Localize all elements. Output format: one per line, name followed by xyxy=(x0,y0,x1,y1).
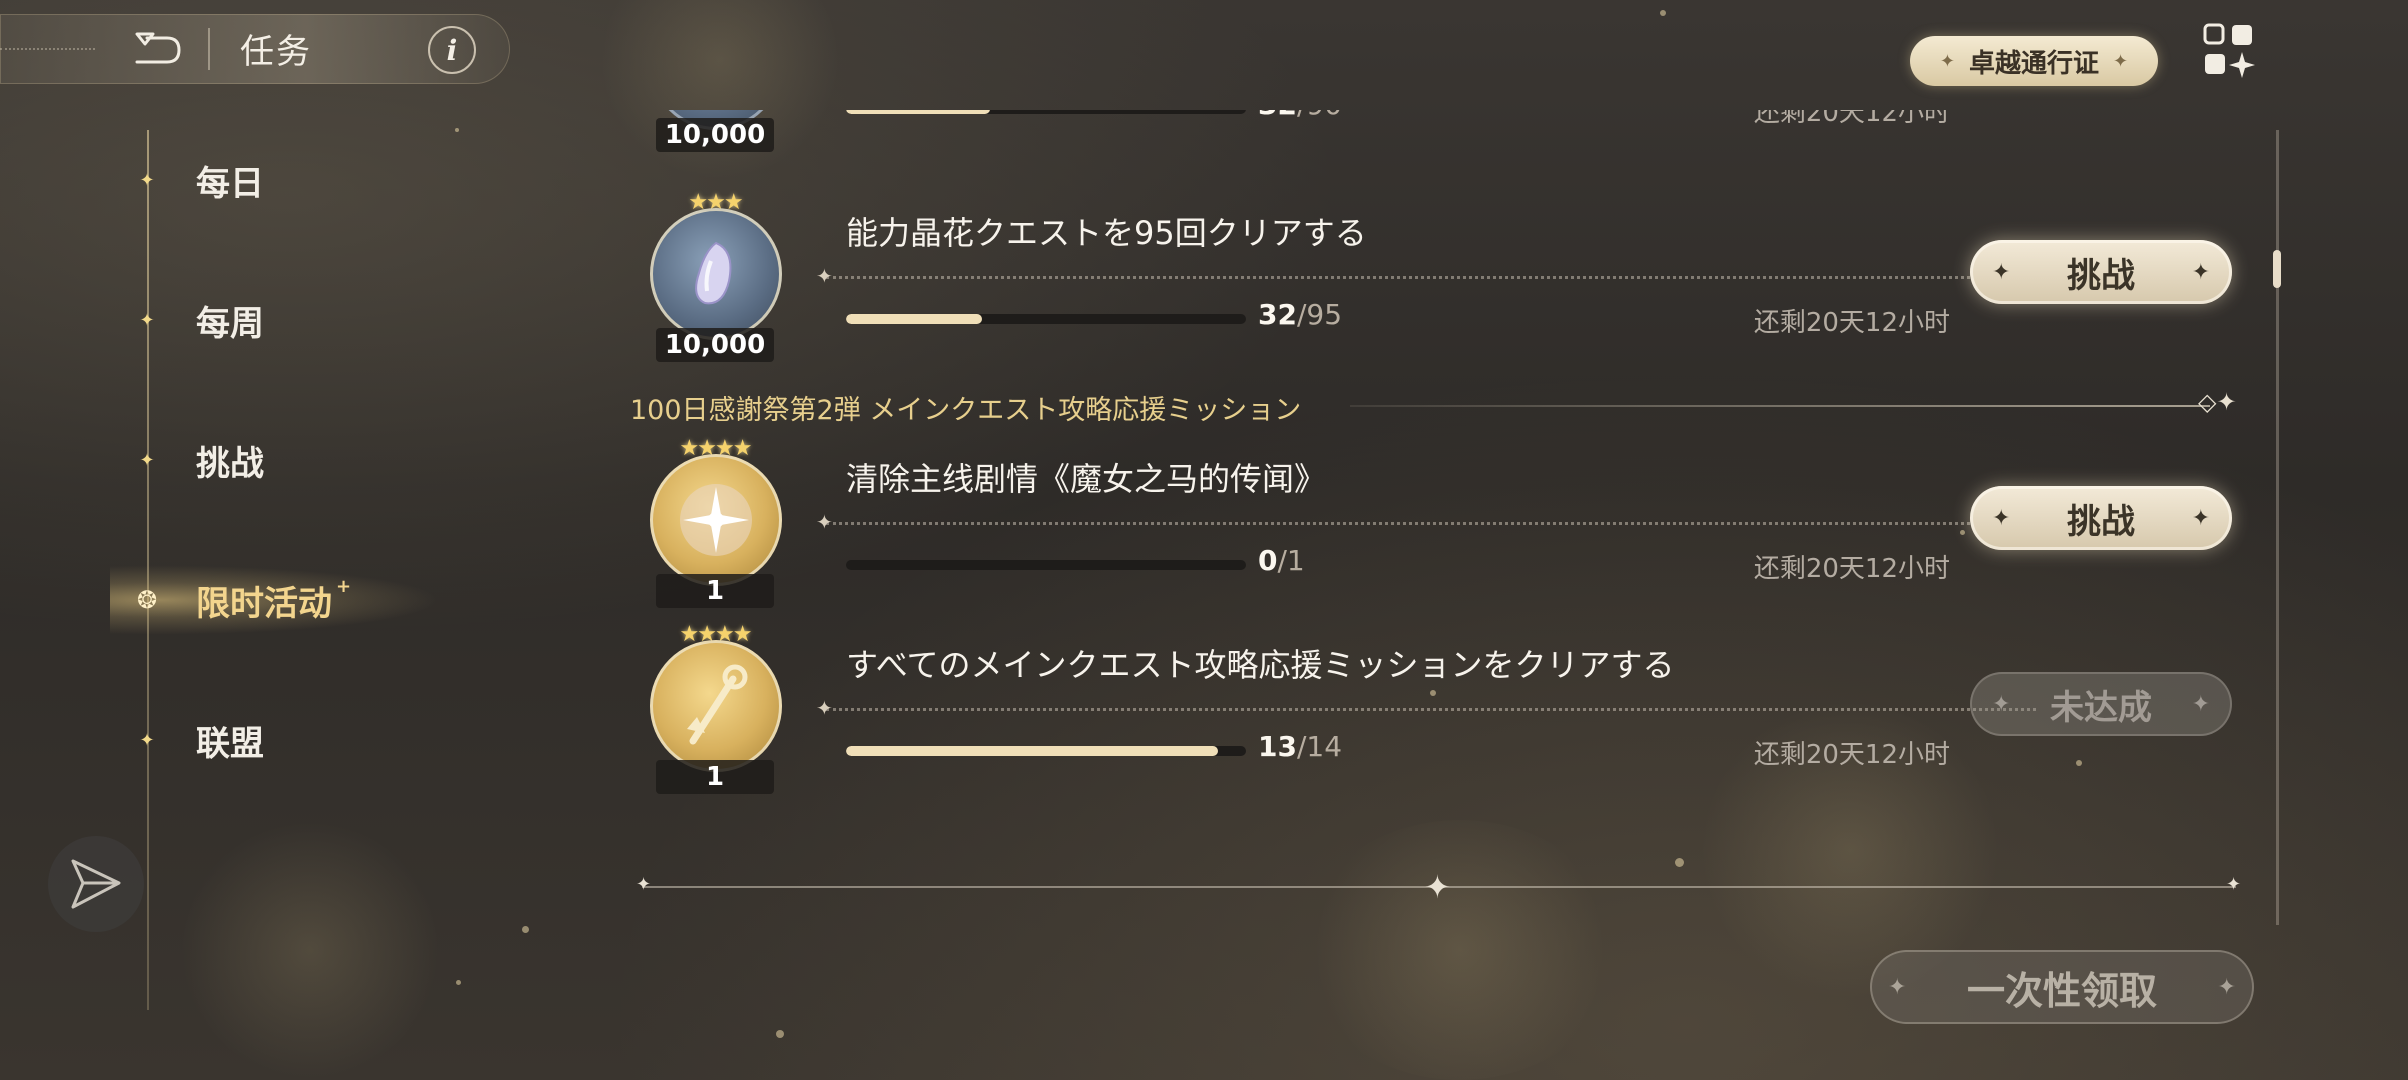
sparkle-icon: ✦ xyxy=(1992,259,2011,285)
time-remaining: 还剩20天12小时 xyxy=(1753,308,1950,338)
sidebar-item-weekly[interactable]: ✦ 每周 xyxy=(136,290,264,350)
list-item: 10,000 32/90 还剩20天12小时 xyxy=(630,110,2250,160)
button-label: 挑战 xyxy=(2067,255,2135,296)
reward-count: 10,000 xyxy=(656,118,774,152)
star-icon: ✦ xyxy=(139,169,155,191)
premium-pass-label: 卓越通行证 xyxy=(1968,48,2099,79)
sparkle-icon: ✦ xyxy=(1992,505,2011,531)
reward-count: 1 xyxy=(656,574,774,608)
challenge-button[interactable]: ✦ 挑战 ✦ xyxy=(1970,240,2232,304)
progress-text: 32/90 xyxy=(1258,110,1342,121)
active-marker-icon: ❂ xyxy=(136,586,158,614)
progress-bar xyxy=(846,746,1246,756)
not-achieved-button[interactable]: ✦ 未达成 ✦ xyxy=(1970,672,2232,736)
back-button[interactable] xyxy=(128,20,188,76)
mission-title: 清除主线剧情《魔女之马的传闻》 xyxy=(846,460,1327,498)
list-item: ★★★★ 1 すべてのメインクエスト攻略応援ミッションをクリアする ✦ 13/1… xyxy=(630,622,2250,802)
sparkle-icon: ✦ xyxy=(636,874,652,895)
dotted-divider xyxy=(826,276,2036,279)
section-divider xyxy=(1350,405,2210,407)
share-button[interactable] xyxy=(48,836,144,932)
button-label: 未达成 xyxy=(2050,687,2152,728)
progress-bar xyxy=(846,560,1246,570)
send-icon xyxy=(71,859,121,909)
sparkle-icon: ✦ xyxy=(1939,50,1955,72)
sparkle-icon: ✦ xyxy=(2113,50,2129,72)
mission-title: すべてのメインクエスト攻略応援ミッションをクリアする xyxy=(846,646,1675,684)
scrollbar-thumb[interactable] xyxy=(2273,250,2281,288)
info-button[interactable]: i xyxy=(428,26,476,74)
claim-all-label: 一次性领取 xyxy=(1966,968,2157,1013)
star-icon: ✦ xyxy=(139,309,155,331)
time-remaining: 还剩20天12小时 xyxy=(1753,110,1950,128)
crystal-reward-icon xyxy=(650,208,782,340)
sidebar-item-label: 每周 xyxy=(196,303,264,344)
sparkle-icon: ✦ xyxy=(1424,868,1451,906)
list-item: ★★★★ 1 清除主线剧情《魔女之马的传闻》 ✦ 0/1 还剩20天12小时 ✦… xyxy=(630,436,2250,616)
menu-grid-icon[interactable] xyxy=(2202,22,2256,78)
sparkle-icon: ✦ xyxy=(2191,259,2210,285)
sparkle-icon: ✦ xyxy=(1888,974,1907,1000)
claim-all-button[interactable]: ✦ 一次性领取 ✦ xyxy=(1870,950,2254,1024)
time-remaining: 还剩20天12小时 xyxy=(1753,554,1950,584)
header-divider xyxy=(208,28,210,70)
sparkle-icon: ✦ xyxy=(2226,874,2242,895)
progress-bar xyxy=(846,314,1246,324)
mission-list[interactable]: 10,000 32/90 还剩20天12小时 ★★★ 10,000 能力晶花クエ… xyxy=(630,110,2250,930)
button-label: 挑战 xyxy=(2067,501,2135,542)
sparkle-icon: + xyxy=(336,575,352,597)
sidebar-item-alliance[interactable]: ✦ 联盟 xyxy=(136,710,264,770)
sparkle-icon: ✦ xyxy=(2191,691,2210,717)
reward-count: 10,000 xyxy=(656,328,774,362)
sidebar-item-challenge[interactable]: ✦ 挑战 xyxy=(136,430,264,490)
sidebar-item-label: 挑战 xyxy=(196,443,264,484)
page-title: 任务 xyxy=(240,32,312,72)
reward-count: 1 xyxy=(656,760,774,794)
sparkle-icon: ✦ xyxy=(2191,505,2210,531)
section-title: 100日感謝祭第2弾 メインクエスト攻略応援ミッション xyxy=(630,395,1302,426)
sidebar-item-label: 限时活动 xyxy=(196,583,332,624)
progress-text: 0/1 xyxy=(1258,544,1305,577)
header-decoration xyxy=(0,48,95,50)
sparkle-icon: ✦ xyxy=(1992,691,2011,717)
progress-text: 13/14 xyxy=(1258,730,1343,763)
sidebar-item-label: 联盟 xyxy=(196,723,264,764)
dotted-divider xyxy=(826,522,2036,525)
star-icon: ✦ xyxy=(139,449,155,471)
premium-pass-button[interactable]: ✦ 卓越通行证 ✦ xyxy=(1910,36,2158,86)
sparkle-icon: ✦ xyxy=(2217,974,2236,1000)
time-remaining: 还剩20天12小时 xyxy=(1753,740,1950,770)
diamond-end-icon: ◇✦ xyxy=(2198,388,2237,416)
wand-reward-icon xyxy=(650,640,782,772)
dotted-divider xyxy=(826,708,2036,711)
challenge-button[interactable]: ✦ 挑战 ✦ xyxy=(1970,486,2232,550)
sidebar-item-daily[interactable]: ✦ 每日 xyxy=(136,150,264,210)
sidebar-item-limited-event[interactable]: ❂ 限时活动 + xyxy=(136,570,351,630)
sidebar-item-label: 每日 xyxy=(196,163,264,204)
medal-reward-icon xyxy=(650,454,782,586)
star-icon: ✦ xyxy=(139,729,155,751)
progress-bar xyxy=(846,110,1246,114)
back-icon xyxy=(135,32,181,64)
mission-title: 能力晶花クエストを95回クリアする xyxy=(846,214,1367,252)
list-item: ★★★ 10,000 能力晶花クエストを95回クリアする ✦ 32/95 还剩2… xyxy=(630,190,2250,370)
progress-text: 32/95 xyxy=(1258,298,1343,331)
